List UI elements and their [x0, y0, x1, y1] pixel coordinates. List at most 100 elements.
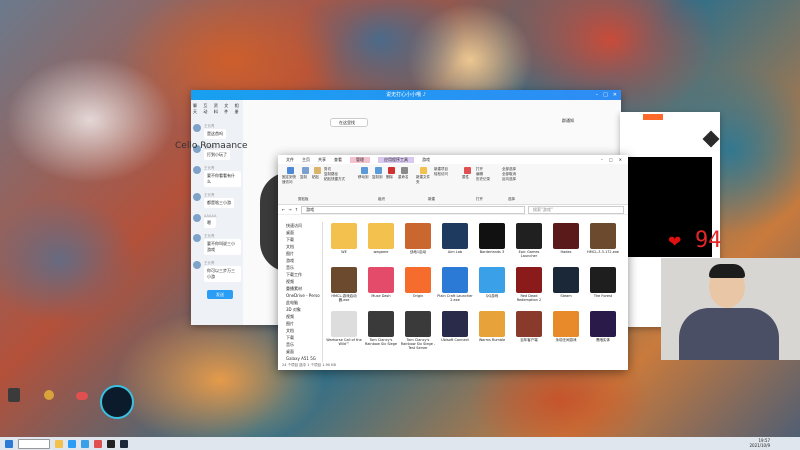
qq-taskbar-icon[interactable] [81, 439, 89, 448]
nav-item[interactable]: 此电脑 [278, 299, 322, 306]
tab-interact[interactable]: 互动 [203, 103, 209, 115]
desktop-icon-2[interactable] [44, 390, 54, 400]
nav-item[interactable]: 下载 [278, 334, 322, 341]
file-item[interactable]: Steam [548, 267, 584, 298]
nav-item[interactable]: 3D 对象 [278, 306, 322, 313]
file-item[interactable]: Origin [400, 267, 436, 298]
search-input[interactable]: 搜索"游戏" [528, 205, 624, 214]
easy-access-label[interactable]: 轻松访问 [434, 172, 464, 177]
file-item[interactable]: Worms Rumble [474, 311, 510, 342]
rename-button[interactable]: 重命名 [398, 167, 410, 180]
tab-home[interactable]: 主页 [302, 157, 310, 163]
file-item[interactable]: Epic Games Launcher [511, 223, 547, 258]
nav-item[interactable]: 音乐 [278, 264, 322, 271]
file-item[interactable]: WE [326, 223, 362, 254]
desktop-icon-3[interactable] [76, 392, 88, 400]
minimize-icon[interactable]: – [596, 90, 599, 100]
tab-share[interactable]: 共享 [318, 157, 326, 163]
nav-item[interactable]: Galaxy A51 5G [278, 355, 322, 362]
file-item[interactable]: Hades [548, 223, 584, 254]
file-item[interactable]: 永劫无间游戏 [548, 311, 584, 342]
tab-manage[interactable]: 管理 [350, 156, 370, 163]
nav-item[interactable]: 图片 [278, 320, 322, 327]
tab-view[interactable]: 查看 [334, 157, 342, 163]
nav-item[interactable]: 视频 [278, 313, 322, 320]
file-item[interactable]: Ubisoft Connect [437, 311, 473, 342]
file-item[interactable]: Plain Craft Launcher 2.exe [437, 267, 473, 302]
nav-item[interactable]: 视频 [278, 278, 322, 285]
nav-item[interactable]: 桌面 [278, 348, 322, 355]
copy-to-button[interactable]: 复制到 [372, 167, 384, 180]
steam-taskbar-icon[interactable] [120, 439, 128, 448]
nav-item[interactable]: 文档 [278, 327, 322, 334]
delete-button[interactable]: 删除 [386, 167, 396, 180]
file-item[interactable]: Borderlands 3 [474, 223, 510, 254]
tab-files[interactable]: 文件 [224, 103, 230, 115]
pin-button[interactable]: 固定到快速访问 [282, 167, 298, 185]
explorer-taskbar-icon[interactable] [55, 439, 63, 448]
history-label[interactable]: 历史记录 [476, 177, 502, 182]
tab-album[interactable]: 相册 [235, 103, 241, 115]
select-actions[interactable]: 全部选择 全部取消 反向选择 [502, 167, 532, 182]
close-icon[interactable]: ✕ [619, 157, 622, 162]
forward-arrow-icon[interactable]: → [288, 207, 291, 212]
file-item[interactable]: HMCL-游戏启动器.exe [326, 267, 362, 302]
tab-chat[interactable]: 聊天 [193, 103, 199, 115]
desktop-icon-1[interactable] [8, 388, 20, 402]
file-item[interactable]: Muse Dash [363, 267, 399, 298]
tab-app-tools[interactable]: 应用程序工具 [378, 156, 414, 163]
file-item[interactable]: QQ游戏 [474, 267, 510, 298]
browser-taskbar-icon[interactable] [68, 439, 76, 448]
nav-item[interactable]: 游戏 [278, 257, 322, 264]
address-bar[interactable]: 游戏 [301, 205, 525, 214]
file-item[interactable]: wegame [363, 223, 399, 254]
nav-item[interactable]: 下载工作 [278, 271, 322, 278]
nav-item[interactable]: 下载 [278, 236, 322, 243]
nav-item[interactable]: 音乐 [278, 341, 322, 348]
start-icon[interactable] [5, 439, 13, 448]
send-button[interactable]: 发送 [207, 290, 233, 299]
back-arrow-icon[interactable]: ← [282, 207, 285, 212]
qq-search-input[interactable]: 在这里找 [330, 118, 368, 127]
nav-item[interactable]: 重播素材 [278, 285, 322, 292]
new-actions[interactable]: 新建项目 轻松访问 [434, 167, 464, 177]
close-icon[interactable]: ✕ [613, 90, 617, 100]
paste-button[interactable]: 粘贴 [312, 167, 322, 180]
taskbar-search[interactable] [18, 438, 50, 449]
properties-button[interactable]: 属性 [462, 167, 472, 180]
file-item[interactable]: 百年客户端 [511, 311, 547, 342]
tab-file[interactable]: 文件 [286, 157, 294, 163]
file-item[interactable]: HMCL-3.3.172.exe [585, 223, 621, 254]
paste-shortcut-label[interactable]: 粘贴快捷方式 [324, 177, 356, 182]
app-taskbar-icon[interactable] [94, 439, 102, 448]
open-actions[interactable]: 打开 编辑 历史记录 [476, 167, 502, 182]
system-clock[interactable]: 19:57 2021/10/9 [749, 438, 770, 448]
file-explorer-window[interactable]: 文件 主页 共享 查看 管理 应用程序工具 游戏 – □ ✕ 固定到快速访问 复… [278, 155, 628, 370]
up-arrow-icon[interactable]: ↑ [295, 207, 298, 212]
move-to-button[interactable]: 移动到 [358, 167, 370, 180]
file-item[interactable]: 黑暗实体 [585, 311, 621, 342]
copy-button[interactable]: 复制 [300, 167, 310, 180]
new-folder-button[interactable]: 新建文件夹 [416, 167, 430, 185]
minimize-icon[interactable]: – [601, 157, 603, 162]
nav-item[interactable]: 文档 [278, 243, 322, 250]
file-item[interactable]: Aim Lab [437, 223, 473, 254]
nav-item[interactable]: 快速访问 [278, 222, 322, 229]
invert-selection-label[interactable]: 反向选择 [502, 177, 532, 182]
file-item[interactable]: The Forest [585, 267, 621, 298]
tab-profile[interactable]: 资料 [214, 103, 220, 115]
nav-item[interactable]: 图片 [278, 250, 322, 257]
maximize-icon[interactable]: □ [609, 157, 613, 162]
nav-item[interactable]: OneDrive - Perso [278, 292, 322, 299]
clipboard-actions[interactable]: 剪切 复制路径 粘贴快捷方式 [324, 167, 356, 182]
app-taskbar-icon[interactable] [107, 439, 115, 448]
file-item[interactable]: Red Dead Redemption 2 [511, 267, 547, 302]
maximize-icon[interactable]: □ [603, 90, 608, 100]
file-item[interactable]: Tom Clancy's Rainbow Six Siege - Test Se… [400, 311, 436, 350]
file-icon [331, 267, 357, 293]
file-item[interactable]: 战地1启动 [400, 223, 436, 254]
nav-item[interactable]: 桌面 [278, 229, 322, 236]
file-item[interactable]: Tom Clancy's Rainbow Six Siege [363, 311, 399, 346]
desktop-icon-4[interactable] [100, 385, 134, 419]
file-item[interactable]: Warhorse Call of the Wild™ [326, 311, 362, 346]
